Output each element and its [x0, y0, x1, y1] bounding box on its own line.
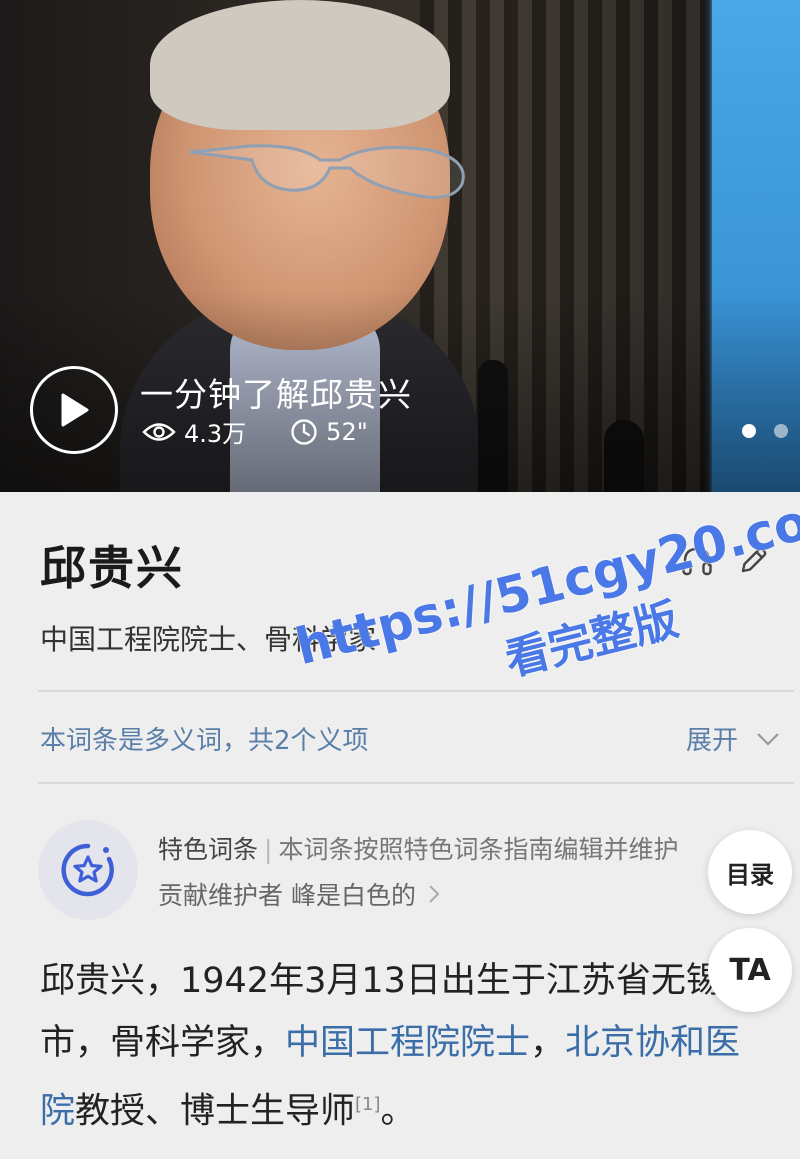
slide-dot[interactable]: [742, 424, 756, 438]
contributor-name: 峰是白色的: [290, 881, 416, 910]
edit-button[interactable]: [736, 544, 770, 578]
toc-button[interactable]: 目录: [708, 830, 792, 914]
duration-value: 52": [326, 417, 368, 446]
expand-button[interactable]: 展开: [686, 720, 780, 757]
contributor-link[interactable]: 贡献维护者 峰是白色的: [158, 876, 440, 912]
contributor-prefix: 贡献维护者: [158, 881, 284, 910]
slide-dot[interactable]: [774, 424, 788, 438]
views-value: 4.3万: [184, 420, 247, 448]
video-banner[interactable]: 一分钟了解邱贵兴 4.3万 52": [0, 0, 800, 492]
separator: |: [264, 835, 273, 864]
slide-indicator: [742, 424, 788, 438]
citation-ref[interactable]: [1]: [355, 1094, 381, 1115]
summary-text: ，: [530, 1023, 566, 1063]
summary-text: 。: [380, 1091, 416, 1132]
pencil-icon: [741, 547, 767, 573]
duration: 52": [290, 418, 368, 446]
speaker-glasses: [190, 144, 465, 199]
entry-title: 邱贵兴: [40, 541, 184, 595]
chevron-right-icon: [429, 885, 440, 903]
ta-button[interactable]: TA: [708, 928, 792, 1012]
headphones-icon: [682, 547, 712, 576]
polysemy-notice[interactable]: 本词条是多义词，共2个义项: [40, 720, 369, 757]
featured-badge: [38, 820, 138, 920]
video-title: 一分钟了解邱贵兴: [140, 375, 412, 414]
divider: [38, 782, 794, 784]
star-badge-icon: [61, 843, 114, 897]
eye-icon: [142, 422, 176, 441]
play-button[interactable]: [30, 366, 118, 454]
expand-label: 展开: [686, 726, 739, 756]
link-cae-academician[interactable]: 中国工程院院士: [285, 1023, 530, 1063]
listen-button[interactable]: [680, 544, 714, 578]
featured-description: 本词条按照特色词条指南编辑并维护: [278, 835, 679, 864]
view-count: 4.3万: [142, 414, 246, 449]
entry-subtitle: 中国工程院院士、骨科学家: [40, 623, 377, 656]
featured-label: 特色词条: [158, 835, 259, 864]
clock-icon: [291, 418, 317, 445]
entry-summary: 邱贵兴，1942年3月13日出生于江苏省无锡市，骨科学家，中国工程院院士，北京协…: [40, 950, 770, 1143]
featured-info: 特色词条 | 本词条按照特色词条指南编辑并维护: [158, 830, 748, 866]
chevron-down-icon: [757, 732, 779, 746]
video-meta: 4.3万 52": [142, 414, 412, 449]
speaker-hair: [150, 0, 450, 130]
divider: [38, 690, 794, 692]
watermark: https://51cgy20.com 看完整版: [290, 480, 800, 736]
play-icon: [61, 393, 89, 427]
summary-text: 教授、博士生导师: [75, 1091, 356, 1132]
